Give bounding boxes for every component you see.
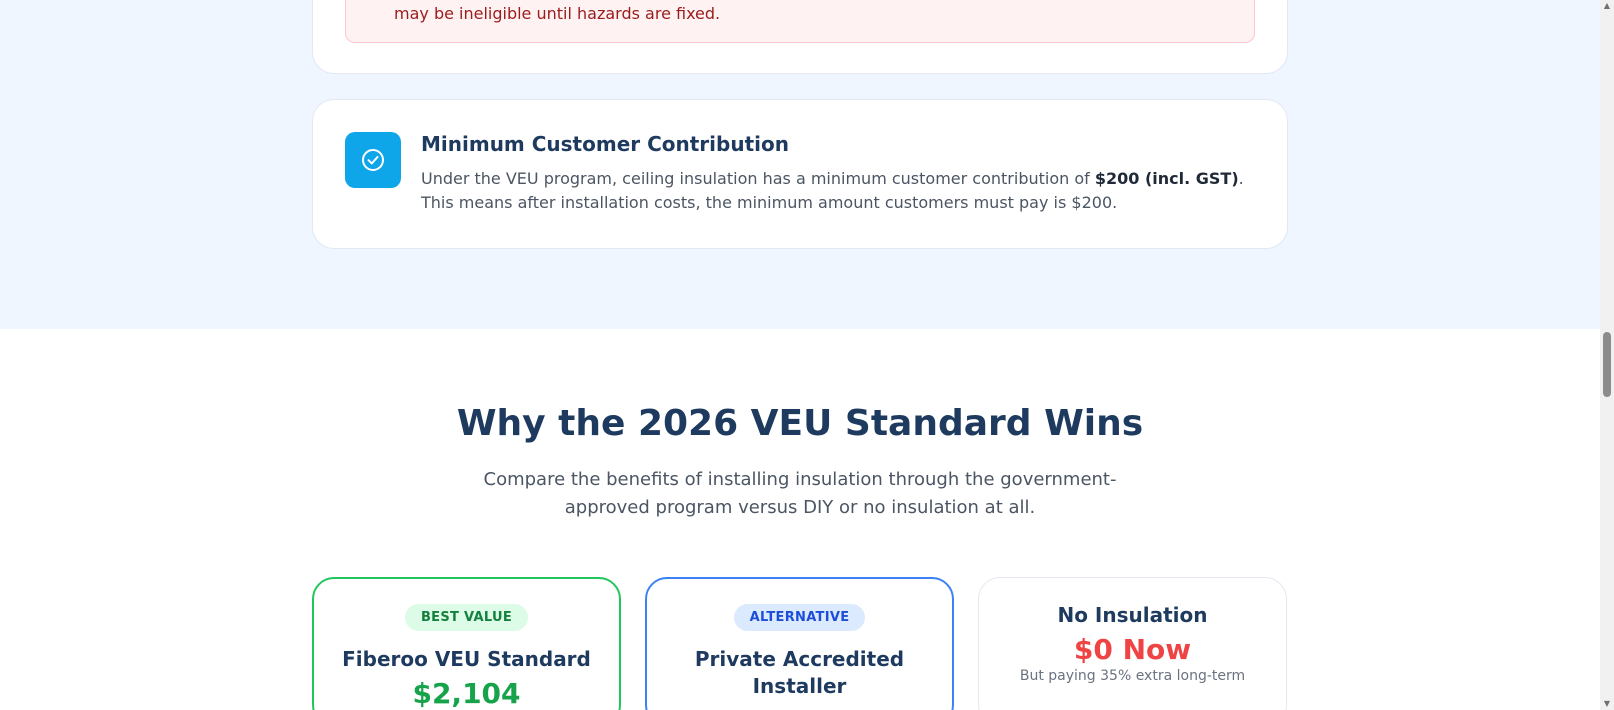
check-circle-icon	[345, 132, 401, 188]
plan-name: Fiberoo VEU Standard	[342, 647, 591, 671]
scroll-down-icon[interactable]: ▼	[1603, 700, 1611, 708]
alternative-badge: ALTERNATIVE	[733, 604, 866, 631]
contribution-card: Minimum Customer Contribution Under the …	[312, 99, 1288, 249]
page-scrollbar[interactable]: ▲ ▼	[1600, 0, 1614, 710]
best-value-badge: BEST VALUE	[404, 604, 529, 631]
section-subtitle: Compare the benefits of installing insul…	[483, 469, 1117, 518]
scrollbar-thumb[interactable]	[1603, 332, 1611, 397]
plan-price: $0 Now	[1073, 633, 1192, 666]
hazard-alert: may be ineligible until hazards are fixe…	[345, 0, 1255, 43]
section-title: Why the 2026 VEU Standard Wins	[456, 403, 1144, 444]
hazard-card: may be ineligible until hazards are fixe…	[312, 0, 1288, 74]
plan-name: Private Accredited Installer	[694, 647, 905, 698]
plan-card-none[interactable]: No Insulation $0 Now But paying 35% extr…	[978, 577, 1287, 710]
hazard-alert-text: may be ineligible until hazards are fixe…	[394, 4, 721, 23]
contribution-body: Under the VEU program, ceiling insulatio…	[421, 169, 1244, 212]
contribution-amount: $200 (incl. GST)	[1094, 169, 1239, 188]
plan-card-private[interactable]: ALTERNATIVE Private Accredited Installer	[645, 577, 954, 710]
plan-note: But paying 35% extra long-term	[1019, 668, 1246, 684]
plan-card-veu[interactable]: BEST VALUE Fiberoo VEU Standard $2,104	[312, 577, 621, 710]
plan-name: No Insulation	[1057, 603, 1208, 627]
contribution-title: Minimum Customer Contribution	[421, 132, 789, 156]
scroll-up-icon[interactable]: ▲	[1603, 2, 1611, 10]
plan-price: $2,104	[412, 677, 521, 710]
